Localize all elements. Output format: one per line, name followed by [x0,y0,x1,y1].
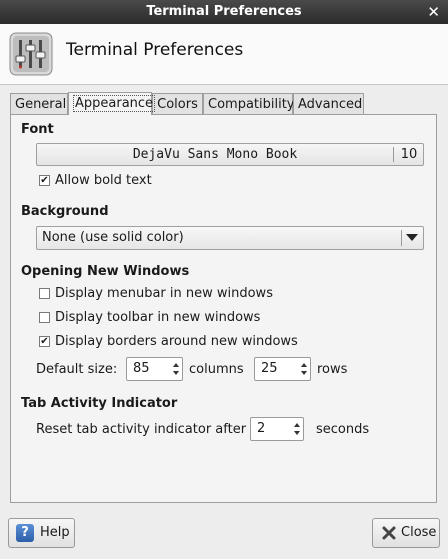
rows-label: rows [317,362,348,377]
window-close-icon[interactable]: ✕ [427,0,440,24]
font-chooser-button[interactable]: DejaVu Sans Mono Book 10 [36,143,424,166]
columns-spinbox[interactable]: 85 [126,357,183,381]
spin-up-icon[interactable] [301,363,307,367]
tab-label: General [15,97,67,112]
mixer-sliders-icon [9,32,53,76]
tab-label: Advanced [298,97,363,112]
allow-bold-label: Allow bold text [55,173,152,188]
tab-label: Appearance [73,95,156,112]
background-select[interactable]: None (use solid color) [36,226,424,250]
columns-label: columns [189,362,244,377]
spin-down-icon[interactable] [294,431,300,435]
font-separator [393,147,394,162]
opening-section-title: Opening New Windows [21,264,190,279]
reset-seconds-value: 2 [257,421,266,436]
help-button[interactable]: ? Help [8,518,75,548]
window-title: Terminal Preferences [146,4,302,19]
tab-general[interactable]: General [10,93,68,114]
rows-spinbox[interactable]: 25 [254,357,311,381]
combo-separator [401,230,402,246]
reset-seconds-spinbox[interactable]: 2 [250,417,304,441]
borders-checkbox[interactable]: ✔ [39,336,50,347]
borders-label: Display borders around new windows [55,334,298,349]
dialog-title: Terminal Preferences [66,40,244,60]
dialog-header: Terminal Preferences [0,24,448,85]
font-size: 10 [400,147,418,162]
toolbar-checkbox[interactable] [39,312,50,323]
tab-compatibility[interactable]: Compatibility [203,93,295,114]
spin-down-icon[interactable] [301,371,307,375]
close-button[interactable]: Close [372,518,440,548]
toolbar-label: Display toolbar in new windows [55,310,261,325]
help-icon: ? [16,524,34,542]
spin-up-icon[interactable] [173,363,179,367]
close-icon [382,526,396,540]
background-section-title: Background [21,204,109,219]
default-size-label: Default size: [36,362,118,377]
close-button-label: Close [401,525,437,540]
tab-advanced[interactable]: Advanced [293,93,364,114]
tab-activity-section-title: Tab Activity Indicator [21,396,178,411]
font-section-title: Font [21,122,54,137]
spin-down-icon[interactable] [173,371,179,375]
tab-colors[interactable]: Colors [152,93,203,114]
chevron-down-icon [406,234,418,241]
allow-bold-checkbox[interactable]: ✔ [39,175,50,186]
rows-value: 25 [261,361,278,376]
help-button-label: Help [40,525,70,540]
spin-up-icon[interactable] [294,423,300,427]
font-name: DejaVu Sans Mono Book [132,147,298,162]
background-select-value: None (use solid color) [42,230,184,245]
seconds-label: seconds [316,422,370,437]
menubar-checkbox[interactable] [39,288,50,299]
menubar-label: Display menubar in new windows [55,286,273,301]
reset-activity-label: Reset tab activity indicator after [36,422,247,437]
tab-label: Colors [157,97,198,112]
window-titlebar: Terminal Preferences ✕ [0,0,448,25]
columns-value: 85 [133,361,150,376]
tab-appearance[interactable]: Appearance [68,92,156,115]
tab-label: Compatibility [208,97,295,112]
